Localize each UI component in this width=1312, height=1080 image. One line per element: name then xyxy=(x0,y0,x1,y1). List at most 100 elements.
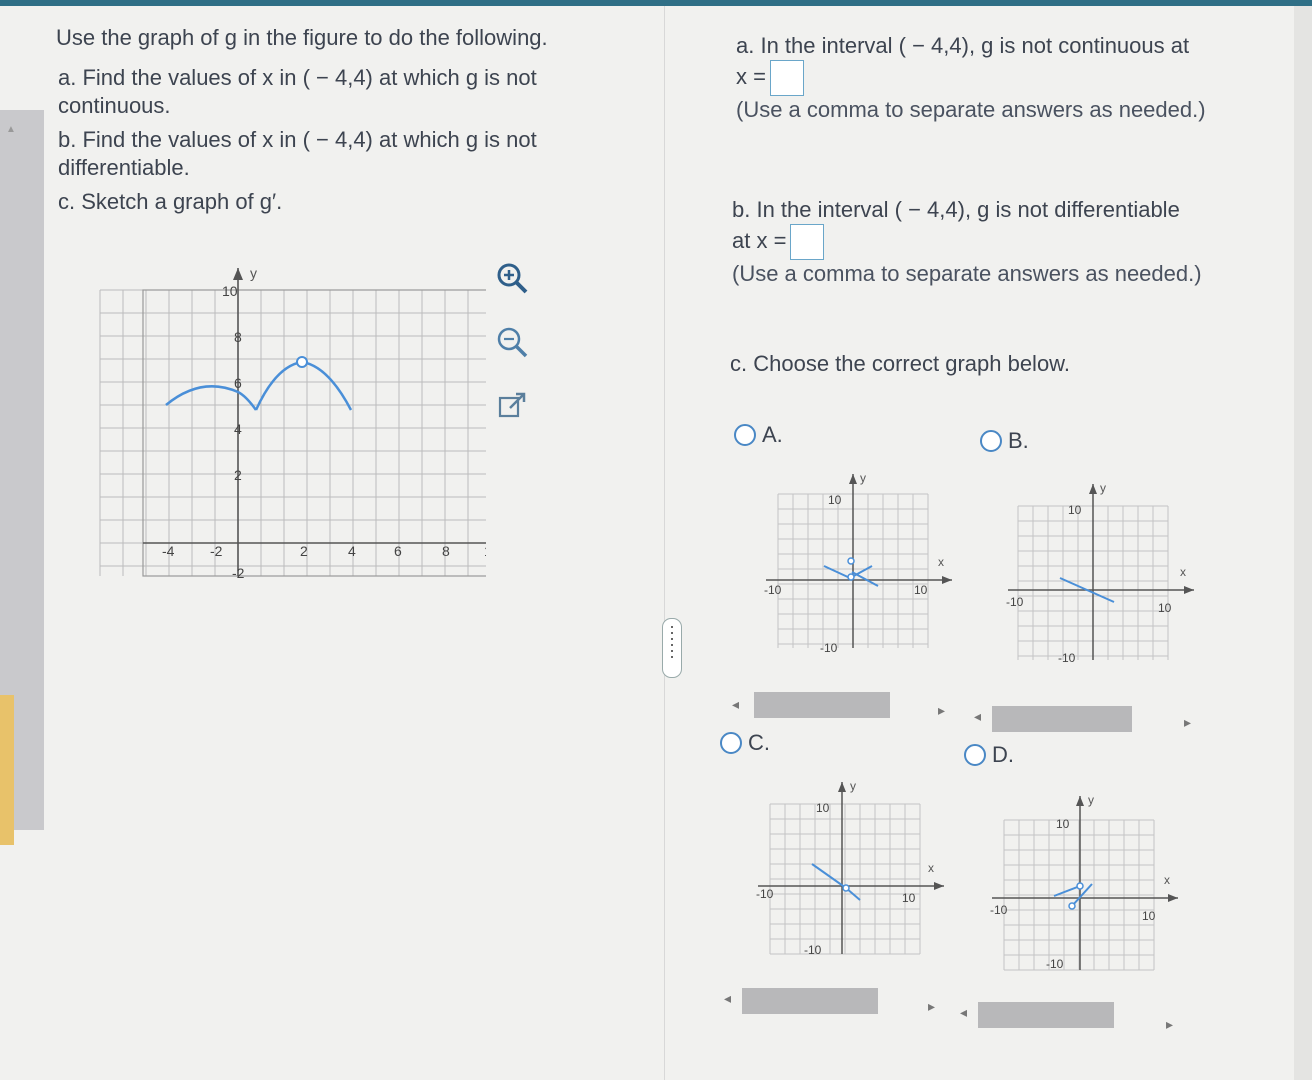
option-b-graph: y x 10 -10 -10 10 xyxy=(1006,481,1194,665)
x-tick-label: 8 xyxy=(442,543,450,559)
option-d-scrollbar[interactable] xyxy=(978,1002,1114,1028)
mini-right-label: 10 xyxy=(914,583,928,597)
zoom-out-icon[interactable] xyxy=(494,324,530,360)
question-pane: Use the graph of g in the figure to do t… xyxy=(44,6,664,1080)
mini-left-label: -10 xyxy=(764,583,782,597)
option-a-prev-icon[interactable]: ◂ xyxy=(732,696,739,713)
option-c-label: C. xyxy=(748,730,770,755)
mini-left-label: -10 xyxy=(990,903,1008,917)
mini-bottom-label: -10 xyxy=(804,943,822,957)
option-c-next-icon[interactable]: ▸ xyxy=(928,998,935,1015)
x-tick-label: -2 xyxy=(210,543,223,559)
mini-right-label: 10 xyxy=(1142,909,1156,923)
x-tick-label: -4 xyxy=(162,543,175,559)
mini-bottom-label: -10 xyxy=(820,641,838,655)
answer-a-input[interactable] xyxy=(769,60,804,96)
option-a[interactable]: A. xyxy=(734,422,783,448)
mini-top-label: 10 xyxy=(1068,503,1082,517)
y-axis-label: y xyxy=(250,265,257,281)
y-tick-label: 2 xyxy=(234,467,242,483)
mini-x-label: x xyxy=(1164,873,1170,887)
question-intro: Use the graph of g in the figure to do t… xyxy=(56,25,548,50)
side-marker xyxy=(0,695,14,845)
y-tick-label: 8 xyxy=(234,329,242,345)
answer-b-row: at x = xyxy=(732,224,1292,260)
option-d[interactable]: D. xyxy=(964,742,1014,768)
answer-b-input[interactable] xyxy=(790,224,825,260)
option-a-graph: y x 10 -10 -10 10 xyxy=(764,471,952,655)
curve-segment-right xyxy=(301,360,353,411)
question-part-a: a. Find the values of x in ( − 4,4) at w… xyxy=(58,65,537,118)
y-tick-label: 10 xyxy=(222,283,238,299)
left-scroll-strip[interactable]: ▲ xyxy=(0,110,44,845)
y-tick-label: -2 xyxy=(232,565,245,581)
answer-b-hint: (Use a comma to separate answers as need… xyxy=(732,261,1202,286)
option-c-scrollbar[interactable] xyxy=(742,988,878,1014)
curve-segment-left xyxy=(165,385,258,411)
option-d-prev-icon[interactable]: ◂ xyxy=(960,1004,967,1021)
option-b-next-icon[interactable]: ▸ xyxy=(1184,714,1191,731)
answer-a-row: x = xyxy=(736,60,1296,96)
zoom-in-icon[interactable] xyxy=(494,260,530,296)
mini-top-label: 10 xyxy=(1056,817,1070,831)
option-c[interactable]: C. xyxy=(720,730,770,756)
mini-left-label: -10 xyxy=(756,887,774,901)
mini-y-label: y xyxy=(860,471,866,485)
open-point xyxy=(296,356,308,368)
y-tick-label: 4 xyxy=(234,421,242,437)
x-tick-label: 6 xyxy=(394,543,402,559)
question-part-c: c. Sketch a graph of g′. xyxy=(58,189,283,214)
answer-part-a: a. In the interval ( − 4,4), g is not co… xyxy=(736,32,1296,124)
option-a-label: A. xyxy=(762,422,783,447)
radio-b[interactable] xyxy=(980,430,1002,452)
answer-pane: a. In the interval ( − 4,4), g is not co… xyxy=(666,6,1312,1080)
right-edge-panel xyxy=(1294,6,1312,1080)
mini-bottom-label: -10 xyxy=(1046,957,1064,971)
option-b-scrollbar[interactable] xyxy=(992,706,1132,732)
graph-grid xyxy=(99,289,486,576)
answer-a-var: x = xyxy=(736,63,766,89)
mini-x-label: x xyxy=(928,861,934,875)
radio-c[interactable] xyxy=(720,732,742,754)
answer-part-b: b. In the interval ( − 4,4), g is not di… xyxy=(732,196,1292,288)
option-d-graph: y x 10 -10 -10 10 xyxy=(990,793,1178,971)
answer-c-prompt: c. Choose the correct graph below. xyxy=(730,351,1070,376)
x-tick-label: 4 xyxy=(348,543,356,559)
scroll-up-icon[interactable]: ▲ xyxy=(6,124,16,135)
option-b-prev-icon[interactable]: ◂ xyxy=(974,708,981,725)
mini-y-label: y xyxy=(850,779,856,793)
radio-d[interactable] xyxy=(964,744,986,766)
mini-right-label: 10 xyxy=(902,891,916,905)
answer-b-var: at x = xyxy=(732,227,787,253)
option-d-next-icon[interactable]: ▸ xyxy=(1166,1016,1173,1033)
y-tick-label: 6 xyxy=(234,375,242,391)
option-a-next-icon[interactable]: ▸ xyxy=(938,702,945,719)
expand-icon[interactable] xyxy=(494,388,530,424)
mini-top-label: 10 xyxy=(816,801,830,815)
option-d-label: D. xyxy=(992,742,1014,767)
option-a-scrollbar[interactable] xyxy=(754,692,890,718)
mini-left-label: -10 xyxy=(1006,595,1024,609)
radio-a[interactable] xyxy=(734,424,756,446)
question-part-b: b. Find the values of x in ( − 4,4) at w… xyxy=(58,127,537,180)
graph-frame xyxy=(142,289,486,577)
x-tick-label: 10 xyxy=(484,543,486,559)
option-c-graph: y x 10 -10 -10 10 xyxy=(756,779,944,957)
y-axis-arrow xyxy=(233,268,243,280)
option-c-prev-icon[interactable]: ◂ xyxy=(724,990,731,1007)
mini-x-label: x xyxy=(1180,565,1186,579)
answer-a-prefix: a. In the interval ( − 4,4), g is not co… xyxy=(736,33,1190,58)
graph-of-g: y x -4 -2 2 4 6 8 10 10 8 6 4 2 -2 xyxy=(99,265,486,581)
x-tick-label: 2 xyxy=(300,543,308,559)
mini-right-label: 10 xyxy=(1158,601,1172,615)
mini-x-label: x xyxy=(938,555,944,569)
mini-y-label: y xyxy=(1088,793,1094,807)
option-b-label: B. xyxy=(1008,428,1029,453)
mini-top-label: 10 xyxy=(828,493,842,507)
mini-bottom-label: -10 xyxy=(1058,651,1076,665)
pane-divider xyxy=(664,6,665,1080)
curve-segment-middle xyxy=(254,360,303,411)
answer-a-hint: (Use a comma to separate answers as need… xyxy=(736,97,1206,122)
option-b[interactable]: B. xyxy=(980,428,1029,454)
answer-b-prefix: b. In the interval ( − 4,4), g is not di… xyxy=(732,197,1180,222)
